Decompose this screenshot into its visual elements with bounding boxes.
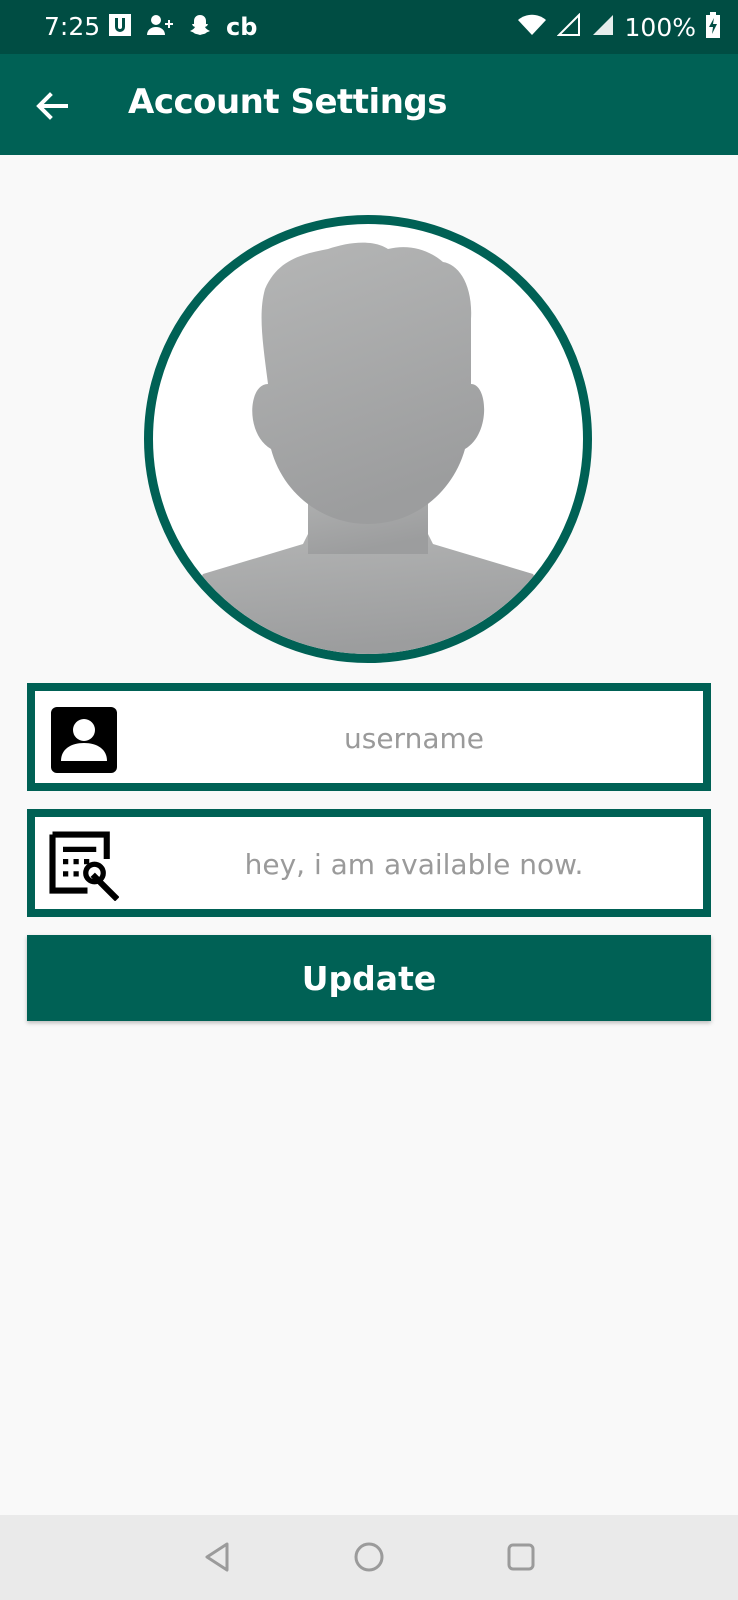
status-notification-icons: cb bbox=[108, 12, 257, 42]
contact-card-icon bbox=[51, 707, 117, 773]
status-system-icons: 100% bbox=[517, 12, 720, 42]
username-input[interactable] bbox=[135, 691, 693, 785]
update-button[interactable]: Update bbox=[27, 935, 711, 1021]
wifi-icon bbox=[517, 13, 547, 41]
battery-percentage: 100% bbox=[624, 12, 696, 42]
page-title: Account Settings bbox=[128, 82, 447, 122]
edit-note-icon bbox=[49, 831, 119, 901]
snapchat-icon bbox=[188, 13, 212, 41]
username-field bbox=[27, 683, 711, 791]
nav-recents-button[interactable] bbox=[504, 1540, 538, 1574]
nav-back-button[interactable] bbox=[201, 1540, 235, 1574]
back-triangle-icon bbox=[205, 1542, 229, 1572]
status-field bbox=[27, 809, 711, 917]
system-nav-bar bbox=[0, 1515, 738, 1600]
nav-home-button[interactable] bbox=[352, 1540, 386, 1574]
cb-icon: cb bbox=[226, 13, 258, 41]
status-bar: 7:25 cb 100% bbox=[0, 0, 738, 54]
app-bar: Account Settings bbox=[0, 54, 738, 155]
signal-full-icon bbox=[591, 13, 615, 41]
add-user-icon bbox=[146, 13, 174, 41]
recents-square-icon bbox=[507, 1543, 535, 1571]
default-avatar-silhouette bbox=[153, 242, 583, 654]
profile-avatar[interactable] bbox=[144, 215, 592, 663]
status-input[interactable] bbox=[135, 817, 693, 911]
u-app-icon bbox=[108, 13, 132, 41]
battery-charging-icon bbox=[706, 12, 720, 42]
status-time: 7:25 bbox=[44, 12, 101, 41]
home-circle-icon bbox=[354, 1542, 384, 1572]
signal-icon bbox=[556, 12, 581, 41]
arrow-left-icon bbox=[36, 92, 68, 120]
back-button[interactable] bbox=[30, 84, 74, 128]
